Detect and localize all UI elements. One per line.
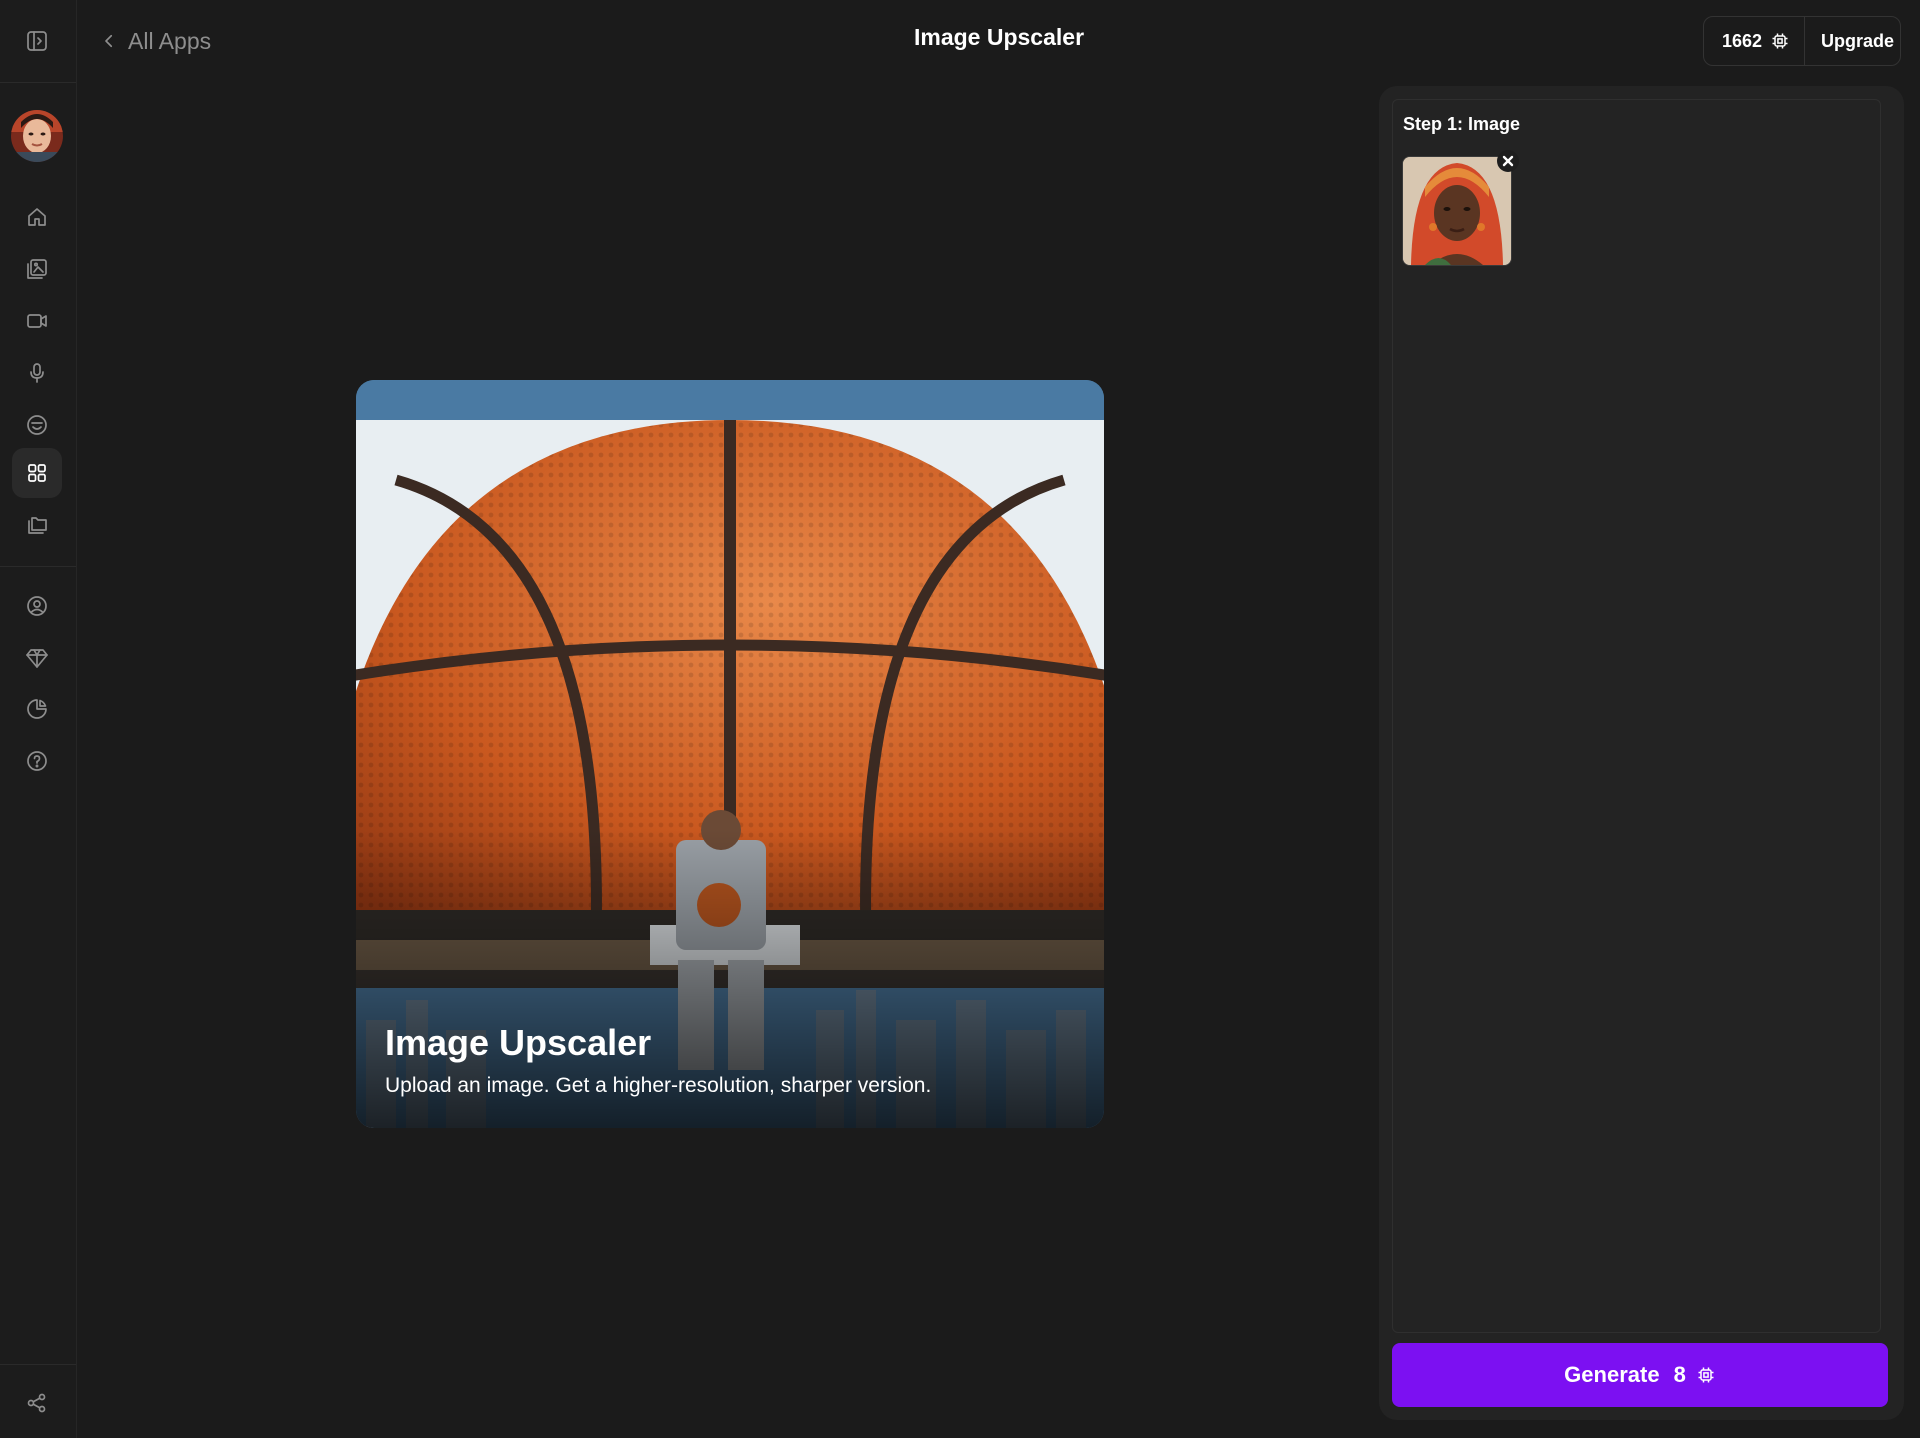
app-preview-card: Image Upscaler Upload an image. Get a hi…: [356, 380, 1104, 1128]
back-label: All Apps: [128, 27, 212, 54]
generate-button[interactable]: Generate 8: [1392, 1343, 1888, 1407]
sidebar-divider: [0, 82, 76, 83]
back-to-all-apps-link[interactable]: All Apps: [100, 24, 211, 58]
apps-grid-icon[interactable]: [12, 448, 62, 498]
generate-label: Generate: [1564, 1362, 1660, 1387]
remove-image-button[interactable]: [1497, 150, 1519, 172]
account-actions: 1662 Upgrade: [1703, 16, 1901, 66]
step-label: Step 1: Image: [1403, 114, 1521, 134]
diamond-icon[interactable]: [12, 633, 62, 683]
hero-title: Image Upscaler: [385, 1022, 652, 1063]
credits-value: 1662: [1722, 30, 1763, 51]
generate-cost: 8: [1673, 1362, 1686, 1387]
home-icon[interactable]: [12, 192, 62, 242]
usage-chart-icon[interactable]: [12, 684, 62, 734]
face-icon[interactable]: [12, 400, 62, 450]
chip-icon: [1772, 33, 1788, 49]
page-title: Image Upscaler: [913, 24, 1085, 50]
basketball-billboard-image: [356, 380, 1104, 1128]
share-icon[interactable]: [12, 1378, 62, 1428]
hero-subtitle: Upload an image. Get a higher-resolution…: [385, 1074, 932, 1097]
sidebar-divider: [0, 1364, 76, 1365]
sidebar-toggle-icon[interactable]: [12, 16, 62, 66]
help-icon[interactable]: [12, 736, 62, 786]
chevron-left-icon: [105, 34, 113, 48]
upgrade-button[interactable]: Upgrade: [1805, 31, 1910, 52]
chip-icon: [1698, 1367, 1714, 1383]
sidebar-divider: [0, 566, 76, 567]
sidebar: [0, 0, 77, 1438]
close-icon: [1502, 155, 1514, 167]
microphone-icon[interactable]: [12, 348, 62, 398]
hero-caption: Image Upscaler Upload an image. Get a hi…: [385, 1022, 931, 1098]
profile-icon[interactable]: [12, 581, 62, 631]
uploaded-image-thumbnail[interactable]: [1402, 156, 1512, 266]
input-panel: Step 1: Image Generate 8: [1379, 86, 1904, 1420]
image-gallery-icon[interactable]: [12, 244, 62, 294]
avatar[interactable]: [11, 110, 63, 162]
credits-counter[interactable]: 1662: [1704, 17, 1806, 65]
video-icon[interactable]: [12, 296, 62, 346]
folders-icon[interactable]: [12, 500, 62, 550]
step-1-section: Step 1: Image: [1392, 99, 1881, 1333]
